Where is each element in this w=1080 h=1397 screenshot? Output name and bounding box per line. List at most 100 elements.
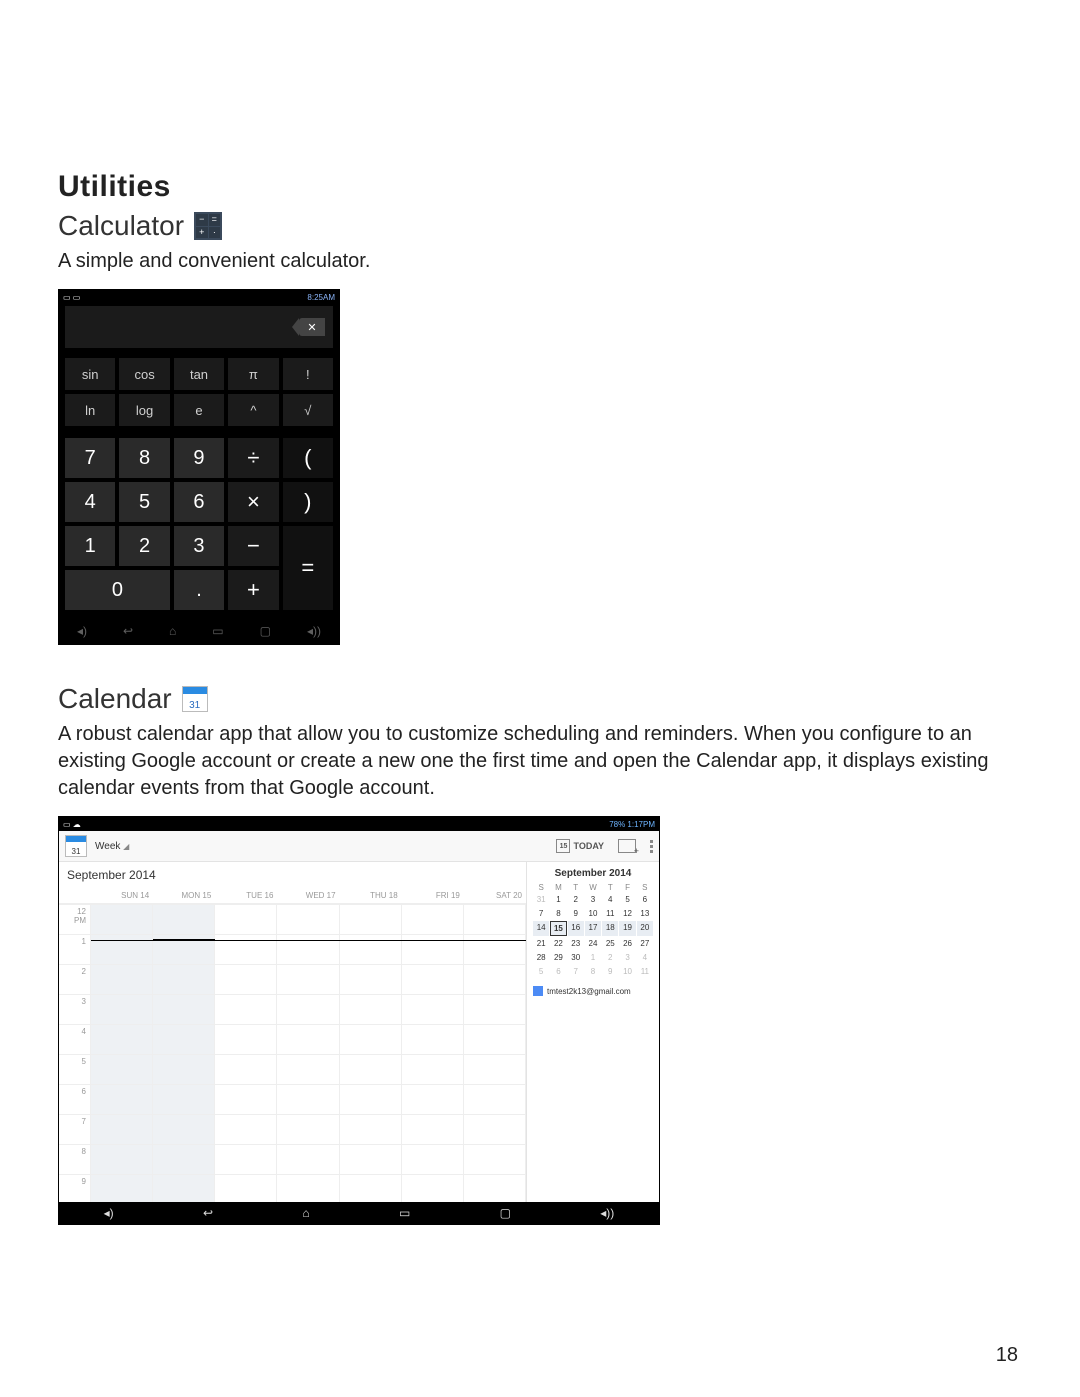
calendar-cell[interactable] bbox=[91, 964, 153, 994]
key-8[interactable]: 8 bbox=[119, 438, 169, 478]
mini-day[interactable]: 30 bbox=[568, 951, 584, 964]
calendar-cell[interactable] bbox=[215, 1024, 277, 1054]
key-0[interactable]: 0 bbox=[65, 570, 170, 610]
mini-day[interactable]: 3 bbox=[619, 951, 635, 964]
calendar-cell[interactable] bbox=[402, 1084, 464, 1114]
calendar-cell[interactable] bbox=[340, 1174, 402, 1202]
volume-up-icon[interactable]: ◂)) bbox=[307, 624, 321, 638]
volume-up-icon[interactable]: ◂)) bbox=[600, 1206, 614, 1220]
key-3[interactable]: 3 bbox=[174, 526, 224, 566]
mini-day[interactable]: 6 bbox=[637, 893, 653, 906]
calendar-cell[interactable] bbox=[277, 994, 339, 1024]
mini-day[interactable]: 5 bbox=[619, 893, 635, 906]
mini-day[interactable]: 7 bbox=[533, 907, 549, 920]
account-row[interactable]: tmtest2k13@gmail.com bbox=[533, 986, 653, 996]
calendar-cell[interactable] bbox=[340, 1024, 402, 1054]
calendar-cell[interactable] bbox=[277, 964, 339, 994]
volume-down-icon[interactable]: ◂) bbox=[104, 1206, 114, 1220]
calendar-cell[interactable] bbox=[215, 1084, 277, 1114]
calendar-cell[interactable] bbox=[464, 1054, 526, 1084]
calendar-cell[interactable] bbox=[91, 934, 153, 964]
calendar-cell[interactable] bbox=[277, 1114, 339, 1144]
mini-day[interactable]: 29 bbox=[550, 951, 566, 964]
recents-icon[interactable]: ▭ bbox=[212, 624, 223, 638]
mini-day[interactable]: 14 bbox=[533, 921, 549, 936]
calendar-cell[interactable] bbox=[340, 1114, 402, 1144]
calendar-cell[interactable] bbox=[215, 964, 277, 994]
calendar-cell[interactable] bbox=[215, 1144, 277, 1174]
calendar-cell[interactable] bbox=[464, 1024, 526, 1054]
calendar-cell[interactable] bbox=[91, 1114, 153, 1144]
calendar-header-icon[interactable]: 31 bbox=[65, 835, 87, 857]
key-5[interactable]: 5 bbox=[119, 482, 169, 522]
calendar-cell[interactable] bbox=[340, 904, 402, 934]
calendar-cell[interactable] bbox=[340, 1144, 402, 1174]
mini-day[interactable]: 26 bbox=[619, 937, 635, 950]
calendar-cell[interactable] bbox=[402, 1114, 464, 1144]
calendar-cell[interactable] bbox=[340, 964, 402, 994]
mini-day[interactable]: 6 bbox=[550, 965, 566, 978]
mini-day[interactable]: 19 bbox=[619, 921, 635, 936]
calendar-cell[interactable] bbox=[340, 1084, 402, 1114]
mini-day[interactable]: 4 bbox=[637, 951, 653, 964]
calendar-cell[interactable] bbox=[215, 1054, 277, 1084]
calendar-cell[interactable] bbox=[464, 1084, 526, 1114]
key-subtract[interactable]: − bbox=[228, 526, 278, 566]
calendar-cell[interactable] bbox=[277, 904, 339, 934]
sci-key-e[interactable]: e bbox=[174, 394, 224, 426]
recents-icon[interactable]: ▭ bbox=[399, 1206, 410, 1220]
calendar-cell[interactable] bbox=[91, 1084, 153, 1114]
key-equals[interactable]: = bbox=[283, 526, 333, 610]
mini-day[interactable]: 10 bbox=[585, 907, 601, 920]
back-icon[interactable]: ↩ bbox=[203, 1206, 213, 1220]
mini-day[interactable]: 21 bbox=[533, 937, 549, 950]
key-divide[interactable]: ÷ bbox=[228, 438, 278, 478]
calendar-cell[interactable] bbox=[215, 994, 277, 1024]
calendar-cell[interactable] bbox=[215, 1114, 277, 1144]
mini-day[interactable]: 10 bbox=[619, 965, 635, 978]
mini-day[interactable]: 20 bbox=[637, 921, 653, 936]
calendar-cell[interactable] bbox=[464, 1144, 526, 1174]
calendar-cell[interactable] bbox=[277, 1024, 339, 1054]
key-6[interactable]: 6 bbox=[174, 482, 224, 522]
home-icon[interactable]: ⌂ bbox=[302, 1206, 309, 1220]
mini-day[interactable]: 4 bbox=[602, 893, 618, 906]
calendar-cell[interactable] bbox=[153, 1174, 215, 1202]
mini-day[interactable]: 16 bbox=[568, 921, 584, 936]
calendar-cell[interactable] bbox=[464, 1114, 526, 1144]
sci-key-√[interactable]: √ bbox=[283, 394, 333, 426]
key-2[interactable]: 2 bbox=[119, 526, 169, 566]
home-icon[interactable]: ⌂ bbox=[169, 624, 176, 638]
calendar-cell[interactable] bbox=[215, 934, 277, 964]
calendar-cell[interactable] bbox=[215, 1174, 277, 1202]
mini-day[interactable]: 8 bbox=[550, 907, 566, 920]
mini-day[interactable]: 1 bbox=[585, 951, 601, 964]
mini-day[interactable]: 8 bbox=[585, 965, 601, 978]
mini-day[interactable]: 13 bbox=[637, 907, 653, 920]
calendar-cell[interactable] bbox=[464, 904, 526, 934]
mini-day[interactable]: 9 bbox=[602, 965, 618, 978]
key-1[interactable]: 1 bbox=[65, 526, 115, 566]
mini-day[interactable]: 3 bbox=[585, 893, 601, 906]
sci-key-tan[interactable]: tan bbox=[174, 358, 224, 390]
calendar-cell[interactable] bbox=[464, 934, 526, 964]
mini-day[interactable]: 1 bbox=[550, 893, 566, 906]
mini-day[interactable]: 15 bbox=[550, 921, 566, 936]
calendar-cell[interactable] bbox=[153, 964, 215, 994]
calendar-cell[interactable] bbox=[277, 1174, 339, 1202]
sci-key-π[interactable]: π bbox=[228, 358, 278, 390]
mini-day[interactable]: 22 bbox=[550, 937, 566, 950]
calendar-cell[interactable] bbox=[277, 1054, 339, 1084]
mini-day[interactable]: 17 bbox=[585, 921, 601, 936]
calendar-cell[interactable] bbox=[402, 964, 464, 994]
calendar-cell[interactable] bbox=[277, 1084, 339, 1114]
mini-day[interactable]: 23 bbox=[568, 937, 584, 950]
calendar-cell[interactable] bbox=[340, 994, 402, 1024]
key-7[interactable]: 7 bbox=[65, 438, 115, 478]
calendar-cell[interactable] bbox=[153, 1144, 215, 1174]
calendar-cell[interactable] bbox=[402, 934, 464, 964]
mini-day[interactable]: 18 bbox=[602, 921, 618, 936]
mini-day[interactable]: 31 bbox=[533, 893, 549, 906]
mini-day[interactable]: 27 bbox=[637, 937, 653, 950]
screenshot-icon[interactable]: ▢ bbox=[260, 624, 271, 638]
